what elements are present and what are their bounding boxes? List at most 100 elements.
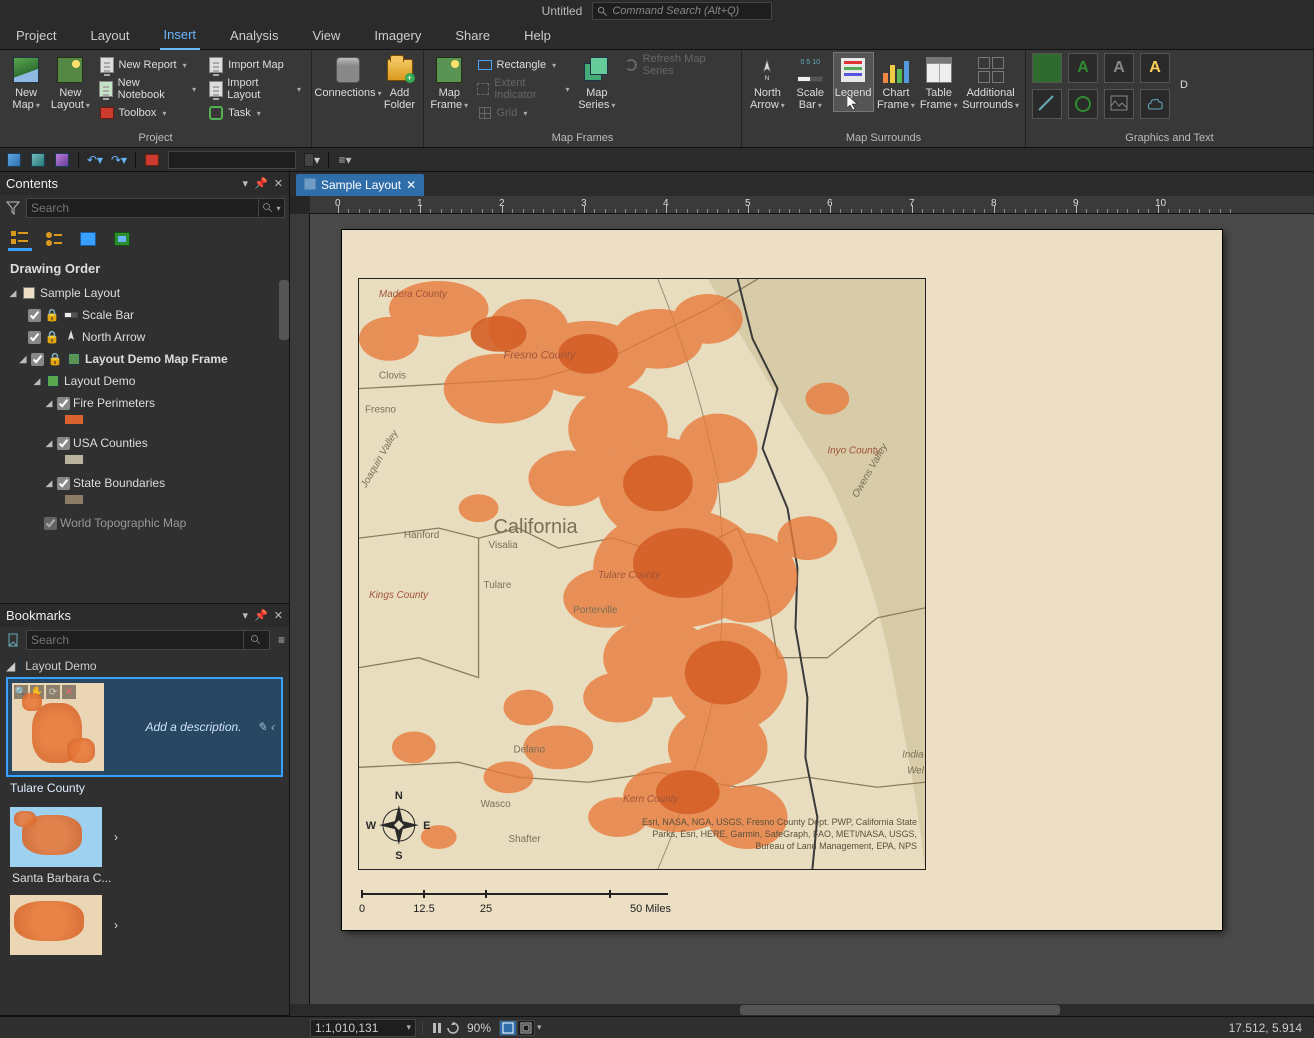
collapse-icon[interactable]: ‹ xyxy=(271,720,275,734)
list-by-source-tab[interactable] xyxy=(42,227,66,251)
bookmarks-pin-icon[interactable]: 📌 xyxy=(254,609,268,622)
counties-checkbox[interactable] xyxy=(57,437,70,450)
status-pause-icon[interactable] xyxy=(429,1020,445,1036)
bookmark-thumb-2[interactable] xyxy=(10,807,102,867)
view-tab-close-icon[interactable]: ✕ xyxy=(406,178,416,192)
tree-fire[interactable]: ◢Fire Perimeters xyxy=(0,392,289,414)
edit-icon[interactable]: ✎ xyxy=(257,720,267,734)
toolbox-button[interactable]: Toolbox xyxy=(95,101,201,125)
mapframe-checkbox[interactable] xyxy=(31,353,44,366)
scalebar-checkbox[interactable] xyxy=(28,309,41,322)
zoom-actual-icon[interactable] xyxy=(517,1020,535,1036)
tree-layoutdemo[interactable]: ◢Layout Demo xyxy=(0,370,289,392)
tree-root[interactable]: ◢Sample Layout xyxy=(0,282,289,304)
text-a3-icon[interactable]: A xyxy=(1140,53,1170,83)
status-refresh-icon[interactable] xyxy=(445,1020,461,1036)
scale-combo[interactable]: 1:1,010,131▾ xyxy=(310,1019,416,1037)
ruler-vertical[interactable] xyxy=(290,214,310,1004)
map-series-button[interactable]: Map Series xyxy=(578,53,617,112)
d-button[interactable]: D xyxy=(1174,53,1194,91)
bookmark-description[interactable]: Add a description. ✎‹ xyxy=(110,683,277,771)
bookmark-title-1[interactable]: Tulare County xyxy=(6,777,283,805)
rectangle-button[interactable]: Rectangle xyxy=(473,53,574,77)
scalebar-element[interactable]: 0 12.5 25 50 Miles xyxy=(358,886,688,916)
tree-world[interactable]: World Topographic Map xyxy=(0,512,289,534)
qat-tool-icon[interactable] xyxy=(144,152,160,168)
layout-canvas[interactable]: California Fresno County Madera County I… xyxy=(310,214,1314,1004)
contents-pin-icon[interactable]: 📌 xyxy=(254,177,268,190)
menu-project[interactable]: Project xyxy=(12,23,60,49)
bookmark-card-3[interactable]: › xyxy=(6,893,283,957)
bookmark-card-selected[interactable]: 🔍 ✋ ⟳ ✕ Add a description. ✎‹ xyxy=(6,677,283,777)
cloud-icon[interactable] xyxy=(1140,89,1170,119)
contents-dropdown-icon[interactable]: ▾ xyxy=(243,177,249,190)
tree-state[interactable]: ◢State Boundaries xyxy=(0,472,289,494)
bookmarks-dropdown-icon[interactable]: ▾ xyxy=(243,609,249,622)
search-dropdown-icon[interactable]: ▾ xyxy=(259,198,285,218)
shape-rect-icon[interactable] xyxy=(1032,53,1062,83)
bookmark-thumb-3[interactable] xyxy=(10,895,102,955)
ruler-horizontal[interactable]: 012345678910 xyxy=(310,196,1314,214)
layout-page[interactable]: California Fresno County Madera County I… xyxy=(342,230,1222,930)
menu-imagery[interactable]: Imagery xyxy=(370,23,425,49)
list-by-element-tab[interactable] xyxy=(110,227,134,251)
extent-indicator-button[interactable]: Extent Indicator xyxy=(473,77,574,101)
command-search[interactable]: Command Search (Alt+Q) xyxy=(592,2,772,20)
bookmarks-search-button[interactable] xyxy=(244,630,270,650)
view-tab[interactable]: Sample Layout ✕ xyxy=(296,174,424,196)
picture-icon[interactable] xyxy=(1104,89,1134,119)
refresh-map-series-button[interactable]: Refresh Map Series xyxy=(620,53,735,77)
fire-checkbox[interactable] xyxy=(57,397,70,410)
state-checkbox[interactable] xyxy=(57,477,70,490)
canvas-h-scrollbar[interactable] xyxy=(290,1004,1314,1016)
expand-icon-2[interactable]: › xyxy=(108,918,124,932)
list-by-selection-tab[interactable] xyxy=(76,227,100,251)
menu-view[interactable]: View xyxy=(308,23,344,49)
additional-surrounds-button[interactable]: Additional Surrounds xyxy=(962,53,1019,112)
qat-save-icon[interactable] xyxy=(30,152,46,168)
bookmark-title-2[interactable]: Santa Barbara C... xyxy=(6,869,283,893)
import-layout-button[interactable]: Import Layout xyxy=(204,77,305,101)
qat-combo[interactable] xyxy=(168,151,296,169)
tree-counties[interactable]: ◢USA Counties xyxy=(0,432,289,454)
menu-help[interactable]: Help xyxy=(520,23,555,49)
bookmark-icon[interactable] xyxy=(4,631,22,649)
line-icon[interactable] xyxy=(1032,89,1062,119)
bookmark-group[interactable]: Layout Demo xyxy=(25,659,96,673)
connections-button[interactable]: Connections xyxy=(318,53,378,100)
text-a2-icon[interactable]: A xyxy=(1104,53,1134,83)
world-checkbox[interactable] xyxy=(44,517,57,530)
circle-icon[interactable] xyxy=(1068,89,1098,119)
contents-close-icon[interactable]: ✕ xyxy=(274,177,283,190)
bookmark-thumb[interactable]: 🔍 ✋ ⟳ ✕ xyxy=(12,683,104,771)
grid-button[interactable]: Grid xyxy=(473,101,574,125)
legend-button[interactable]: Legend xyxy=(834,53,873,111)
tree-northarrow[interactable]: 🔒North Arrow xyxy=(0,326,289,348)
north-arrow-button[interactable]: N North Arrow xyxy=(748,53,787,112)
zoom-dropdown-icon[interactable]: ▾ xyxy=(537,1022,542,1033)
qat-undo-icon[interactable]: ↶▾ xyxy=(87,152,103,168)
text-a-icon[interactable]: A xyxy=(1068,53,1098,83)
contents-scrollbar[interactable] xyxy=(279,280,289,340)
tree-mapframe[interactable]: ◢🔒Layout Demo Map Frame xyxy=(0,348,289,370)
new-map-button[interactable]: New Map xyxy=(6,53,46,112)
qat-redo-icon[interactable]: ↷▾ xyxy=(111,152,127,168)
qat-filter-icon[interactable]: ▾ xyxy=(304,152,320,168)
map-frame-button[interactable]: Map Frame xyxy=(430,53,469,112)
zoom-full-icon[interactable] xyxy=(499,1020,517,1036)
qat-more-icon[interactable]: ≡▾ xyxy=(337,152,353,168)
filter-icon[interactable] xyxy=(4,199,22,217)
northarrow-checkbox[interactable] xyxy=(28,331,41,344)
bm-refresh-icon[interactable]: ⟳ xyxy=(46,685,60,699)
expand-icon[interactable]: › xyxy=(108,830,124,844)
menu-share[interactable]: Share xyxy=(451,23,494,49)
tree-scalebar[interactable]: 🔒Scale Bar xyxy=(0,304,289,326)
menu-insert[interactable]: Insert xyxy=(160,22,201,50)
import-map-button[interactable]: Import Map xyxy=(204,53,305,77)
bookmarks-search-input[interactable] xyxy=(26,630,244,650)
list-by-drawing-order-tab[interactable] xyxy=(8,227,32,251)
map-frame-element[interactable]: California Fresno County Madera County I… xyxy=(358,278,926,870)
menu-layout[interactable]: Layout xyxy=(86,23,133,49)
contents-search-input[interactable] xyxy=(26,198,259,218)
new-layout-button[interactable]: New Layout xyxy=(50,53,90,112)
